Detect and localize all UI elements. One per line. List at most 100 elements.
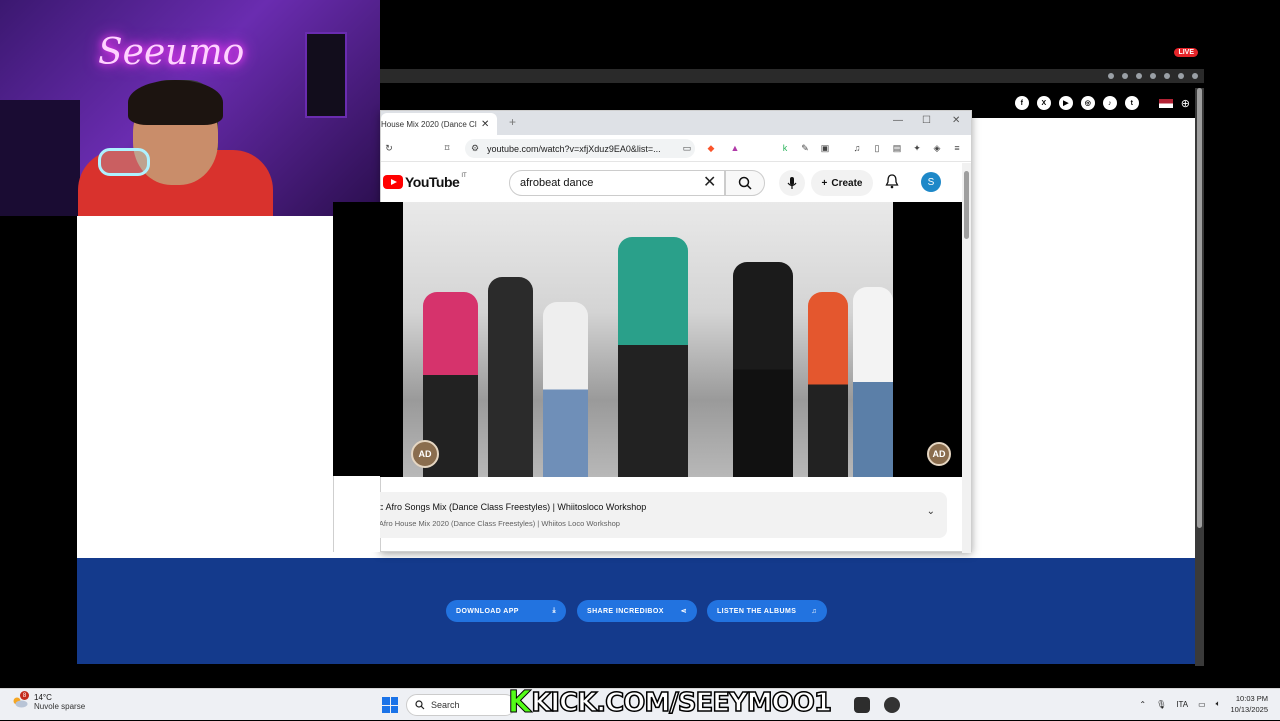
tab-close-icon[interactable]: ✕ — [481, 119, 489, 130]
site-footer: DOWNLOAD APP ⤓ SHARE INCREDIBOX ⋖ LISTEN… — [77, 558, 1195, 664]
profile-icon[interactable] — [1178, 73, 1184, 79]
minimize-icon[interactable]: — — [893, 115, 903, 126]
channel-watermark: AD — [411, 440, 439, 468]
x-icon[interactable]: X — [1036, 96, 1051, 110]
taskbar-search[interactable]: Search — [406, 694, 516, 716]
start-button[interactable] — [382, 697, 398, 713]
streamer-hair — [128, 80, 223, 125]
terminal-app-icon[interactable] — [854, 697, 870, 713]
clock-time: 10:03 PM — [1235, 694, 1268, 703]
youtube-play-icon — [383, 175, 403, 189]
youtube-scrollbar[interactable] — [962, 163, 971, 553]
active-tab[interactable]: House Mix 2020 (Dance Cla ✕ — [381, 113, 497, 135]
chevron-up-icon[interactable]: ⌃ — [1139, 700, 1146, 709]
extension-icon[interactable] — [1150, 73, 1156, 79]
obs-app-icon[interactable] — [884, 697, 900, 713]
youtube-icon[interactable]: ▶ — [1058, 96, 1073, 110]
ai-icon[interactable]: ✦ — [911, 142, 923, 154]
clock[interactable]: 10:03 PM 10/13/2025 — [1230, 693, 1268, 715]
youtube-browser-window: House Mix 2020 (Dance Cla ✕ + — ☐ ✕ ↻ ⌑ … — [333, 110, 972, 553]
bookmark-icon[interactable]: ⌑ — [441, 142, 453, 154]
close-window-icon[interactable]: ✕ — [952, 115, 960, 126]
youtube-page-left-strip — [333, 476, 380, 552]
youtube-logo-text: YouTube — [405, 174, 460, 190]
account-avatar[interactable]: S — [921, 172, 941, 192]
facebook-icon[interactable]: f — [1014, 96, 1029, 110]
site-settings-icon[interactable]: ⚙ — [469, 142, 481, 154]
create-button[interactable]: + Create — [811, 170, 873, 196]
maximize-icon[interactable]: ☐ — [922, 115, 931, 126]
live-badge: LIVE — [1174, 48, 1198, 57]
windows-logo-square — [382, 697, 390, 705]
background-scrollbar[interactable] — [1195, 88, 1204, 666]
cast-icon[interactable]: ▭ — [681, 142, 693, 154]
music-icon[interactable]: ♫ — [851, 142, 863, 154]
menu-icon[interactable]: ≡ — [951, 142, 963, 154]
share-incredibox-button[interactable]: SHARE INCREDIBOX ⋖ — [577, 600, 697, 622]
microphone-icon[interactable]: 🎙︎ — [1156, 700, 1166, 709]
instagram-icon[interactable]: ◎ — [1080, 96, 1095, 110]
network-icon[interactable]: ▭ — [1198, 700, 1206, 709]
share-icon: ⋖ — [680, 608, 687, 615]
weather-temperature: 14°C — [34, 693, 52, 702]
download-app-button[interactable]: DOWNLOAD APP ⤓ — [446, 600, 566, 622]
search-icon — [738, 176, 752, 190]
vpn-icon[interactable]: ◈ — [931, 142, 943, 154]
listen-albums-label: LISTEN THE ALBUMS — [717, 607, 797, 615]
language-indicator[interactable]: ITA — [1176, 700, 1188, 709]
download-app-label: DOWNLOAD APP — [456, 607, 519, 615]
create-label: Create — [831, 177, 863, 189]
clock-date: 10/13/2025 — [1230, 705, 1268, 714]
windows-logo-square — [382, 705, 390, 713]
microphone-icon — [787, 177, 797, 189]
video-player[interactable]: AD AD — [333, 202, 963, 477]
crowd-person — [808, 292, 848, 477]
search-input[interactable]: afrobeat dance — [509, 170, 725, 196]
music-note-icon: ♫ — [811, 607, 817, 615]
flag-icon[interactable] — [1158, 98, 1173, 108]
clear-search-icon[interactable]: ✕ — [703, 172, 716, 192]
kick-channel-url: KICK.COM/SEEYMOO1 — [531, 688, 833, 718]
tumblr-icon[interactable]: t — [1124, 96, 1139, 110]
sidebar-icon[interactable]: ▯ — [871, 142, 883, 154]
scrollbar-thumb[interactable] — [1197, 88, 1202, 528]
extension-icon[interactable]: ✎ — [799, 142, 811, 154]
extension-icon[interactable] — [1136, 73, 1142, 79]
weather-widget[interactable]: 8 14°C Nuvole sparse — [12, 691, 85, 711]
bookmark-star-icon[interactable] — [1108, 73, 1114, 79]
volume-icon[interactable]: 🔈︎ — [1216, 699, 1221, 709]
brave-rewards-icon[interactable]: ▲ — [729, 142, 741, 154]
download-icon: ⤓ — [552, 607, 556, 614]
globe-icon[interactable]: ⊕ — [1181, 97, 1190, 110]
notifications-bell-icon[interactable] — [885, 173, 899, 189]
tiktok-icon[interactable]: ♪ — [1102, 96, 1117, 110]
youtube-logo[interactable]: YouTube IT — [383, 173, 467, 190]
extension-icon[interactable]: k — [779, 142, 791, 154]
tab-bar: House Mix 2020 (Dance Cla ✕ + — ☐ ✕ — [381, 111, 971, 135]
scrollbar-thumb[interactable] — [964, 171, 969, 239]
video-frame: AD — [403, 202, 893, 477]
extension-icon[interactable]: ▣ — [819, 142, 831, 154]
chevron-down-icon[interactable]: ⌄ — [927, 506, 935, 517]
watermark-text: AD — [932, 449, 946, 459]
search-button[interactable] — [725, 170, 765, 196]
brave-shield-icon[interactable]: ◆ — [705, 142, 717, 154]
menu-icon[interactable] — [1192, 73, 1198, 79]
share-incredibox-label: SHARE INCREDIBOX — [587, 607, 664, 615]
extension-icon[interactable] — [1164, 73, 1170, 79]
url-field[interactable]: youtube.com/watch?v=xfjXduz9EA0&list=... — [465, 139, 695, 158]
region-code: IT — [461, 173, 467, 179]
extension-icon[interactable] — [1122, 73, 1128, 79]
plus-icon: + — [821, 177, 828, 189]
listen-albums-button[interactable]: LISTEN THE ALBUMS ♫ — [707, 600, 827, 622]
youtube-header: YouTube IT afrobeat dance ✕ + Create S — [381, 162, 971, 202]
voice-search-button[interactable] — [779, 170, 805, 196]
search-icon — [415, 700, 425, 710]
up-next-panel[interactable]: Next: Afro Songs Mix (Dance Class Freest… — [349, 492, 947, 538]
kick-logo-k: K — [507, 685, 532, 720]
new-tab-icon[interactable]: + — [509, 115, 516, 129]
url-text: youtube.com/watch?v=xfjXduz9EA0&list=... — [487, 143, 661, 154]
wallet-icon[interactable]: ▤ — [891, 142, 903, 154]
reload-icon[interactable]: ↻ — [383, 142, 395, 154]
webcam-overlay: Seeumo — [0, 0, 380, 216]
